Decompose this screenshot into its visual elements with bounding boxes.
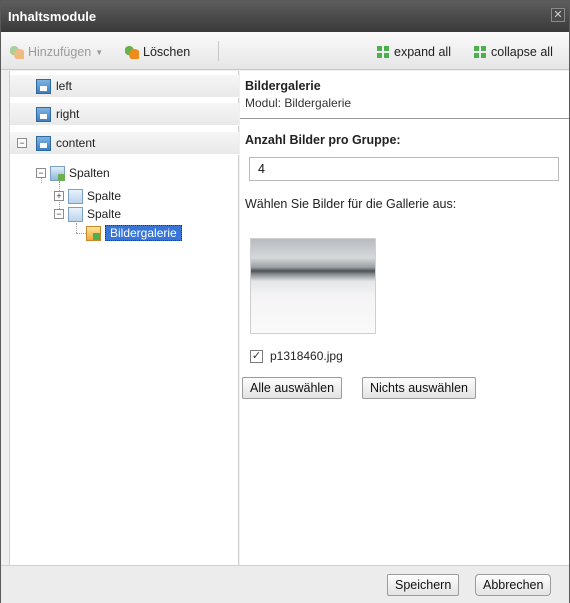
region-label: right xyxy=(56,107,80,121)
region-icon xyxy=(36,78,51,94)
delete-label: Löschen xyxy=(143,45,191,59)
select-all-button[interactable]: Alle auswählen xyxy=(242,377,343,399)
divider xyxy=(240,118,569,119)
close-icon[interactable]: ✕ xyxy=(551,8,565,22)
expand-toggle-icon[interactable]: + xyxy=(54,191,64,201)
cancel-button[interactable]: Abbrechen xyxy=(475,574,552,596)
image-filename: p1318460.jpg xyxy=(270,349,343,363)
tree-node-spalten[interactable]: Spalten xyxy=(50,164,110,182)
delete-button[interactable]: Löschen xyxy=(125,43,190,61)
region-label: content xyxy=(56,136,96,150)
tree-node-label-selected: Bildergalerie xyxy=(105,225,182,241)
dialog-titlebar: Inhaltsmodule ✕ xyxy=(1,1,569,32)
module-tree-panel: left right content − − Spalten + Spalte … xyxy=(9,71,239,565)
tree-node-spalte-2[interactable]: Spalte xyxy=(68,205,121,223)
tree-node-label: Spalte xyxy=(87,189,122,203)
expand-all-icon xyxy=(376,45,390,59)
chevron-down-icon: ▼ xyxy=(95,47,104,57)
group-count-input[interactable] xyxy=(249,157,559,181)
region-label: left xyxy=(56,79,73,93)
tree-node-bildergalerie[interactable]: Bildergalerie xyxy=(86,224,182,242)
expand-all-label: expand all xyxy=(394,45,451,59)
column-icon xyxy=(68,188,83,204)
add-button[interactable]: Hinzufügen ▼ xyxy=(10,43,103,61)
tree-node-label: Spalten xyxy=(69,166,110,180)
tree-node-label: Spalte xyxy=(87,207,122,221)
collapse-all-label: collapse all xyxy=(491,45,553,59)
columns-icon xyxy=(50,165,65,181)
image-thumbnail[interactable] xyxy=(250,238,376,334)
toolbar-separator xyxy=(218,41,219,61)
tree-region-content[interactable]: content xyxy=(10,132,239,155)
region-icon xyxy=(36,106,51,122)
module-title: Bildergalerie xyxy=(245,79,321,93)
dialog-window: Inhaltsmodule ✕ Hinzufügen ▼ Löschen exp… xyxy=(0,0,570,603)
save-button[interactable]: Speichern xyxy=(387,574,460,596)
delete-module-icon xyxy=(125,45,139,59)
toolbar: Hinzufügen ▼ Löschen expand all collapse… xyxy=(1,32,569,70)
tree-connector xyxy=(76,233,86,234)
region-icon xyxy=(36,135,51,151)
add-label: Hinzufügen xyxy=(28,45,92,59)
image-select-label: Wählen Sie Bilder für die Gallerie aus: xyxy=(245,197,457,211)
collapse-all-button[interactable]: collapse all xyxy=(473,43,553,61)
image-gallery-icon xyxy=(86,225,101,241)
column-icon xyxy=(68,206,83,222)
image-checkbox[interactable]: ✓ xyxy=(250,349,263,363)
collapse-toggle-icon[interactable]: − xyxy=(17,138,27,148)
group-count-label: Anzahl Bilder pro Gruppe: xyxy=(245,133,401,147)
module-subtitle: Modul: Bildergalerie xyxy=(245,96,352,110)
collapse-all-icon xyxy=(473,45,487,59)
image-checkbox-row[interactable]: ✓ p1318460.jpg xyxy=(250,349,343,363)
module-editor-panel: Bildergalerie Modul: Bildergalerie Anzah… xyxy=(240,71,569,565)
tree-connector xyxy=(76,223,77,233)
collapse-toggle-icon[interactable]: − xyxy=(54,209,64,219)
dialog-title: Inhaltsmodule xyxy=(8,9,97,24)
tree-region-right[interactable]: right xyxy=(10,103,239,126)
dialog-footer: Speichern Abbrechen xyxy=(1,565,569,603)
collapse-toggle-icon[interactable]: − xyxy=(36,168,46,178)
tree-node-spalte-1[interactable]: Spalte xyxy=(68,187,121,205)
expand-all-button[interactable]: expand all xyxy=(376,43,451,61)
add-module-icon xyxy=(10,45,24,59)
tree-region-left[interactable]: left xyxy=(10,75,239,98)
select-none-button[interactable]: Nichts auswählen xyxy=(362,377,476,399)
